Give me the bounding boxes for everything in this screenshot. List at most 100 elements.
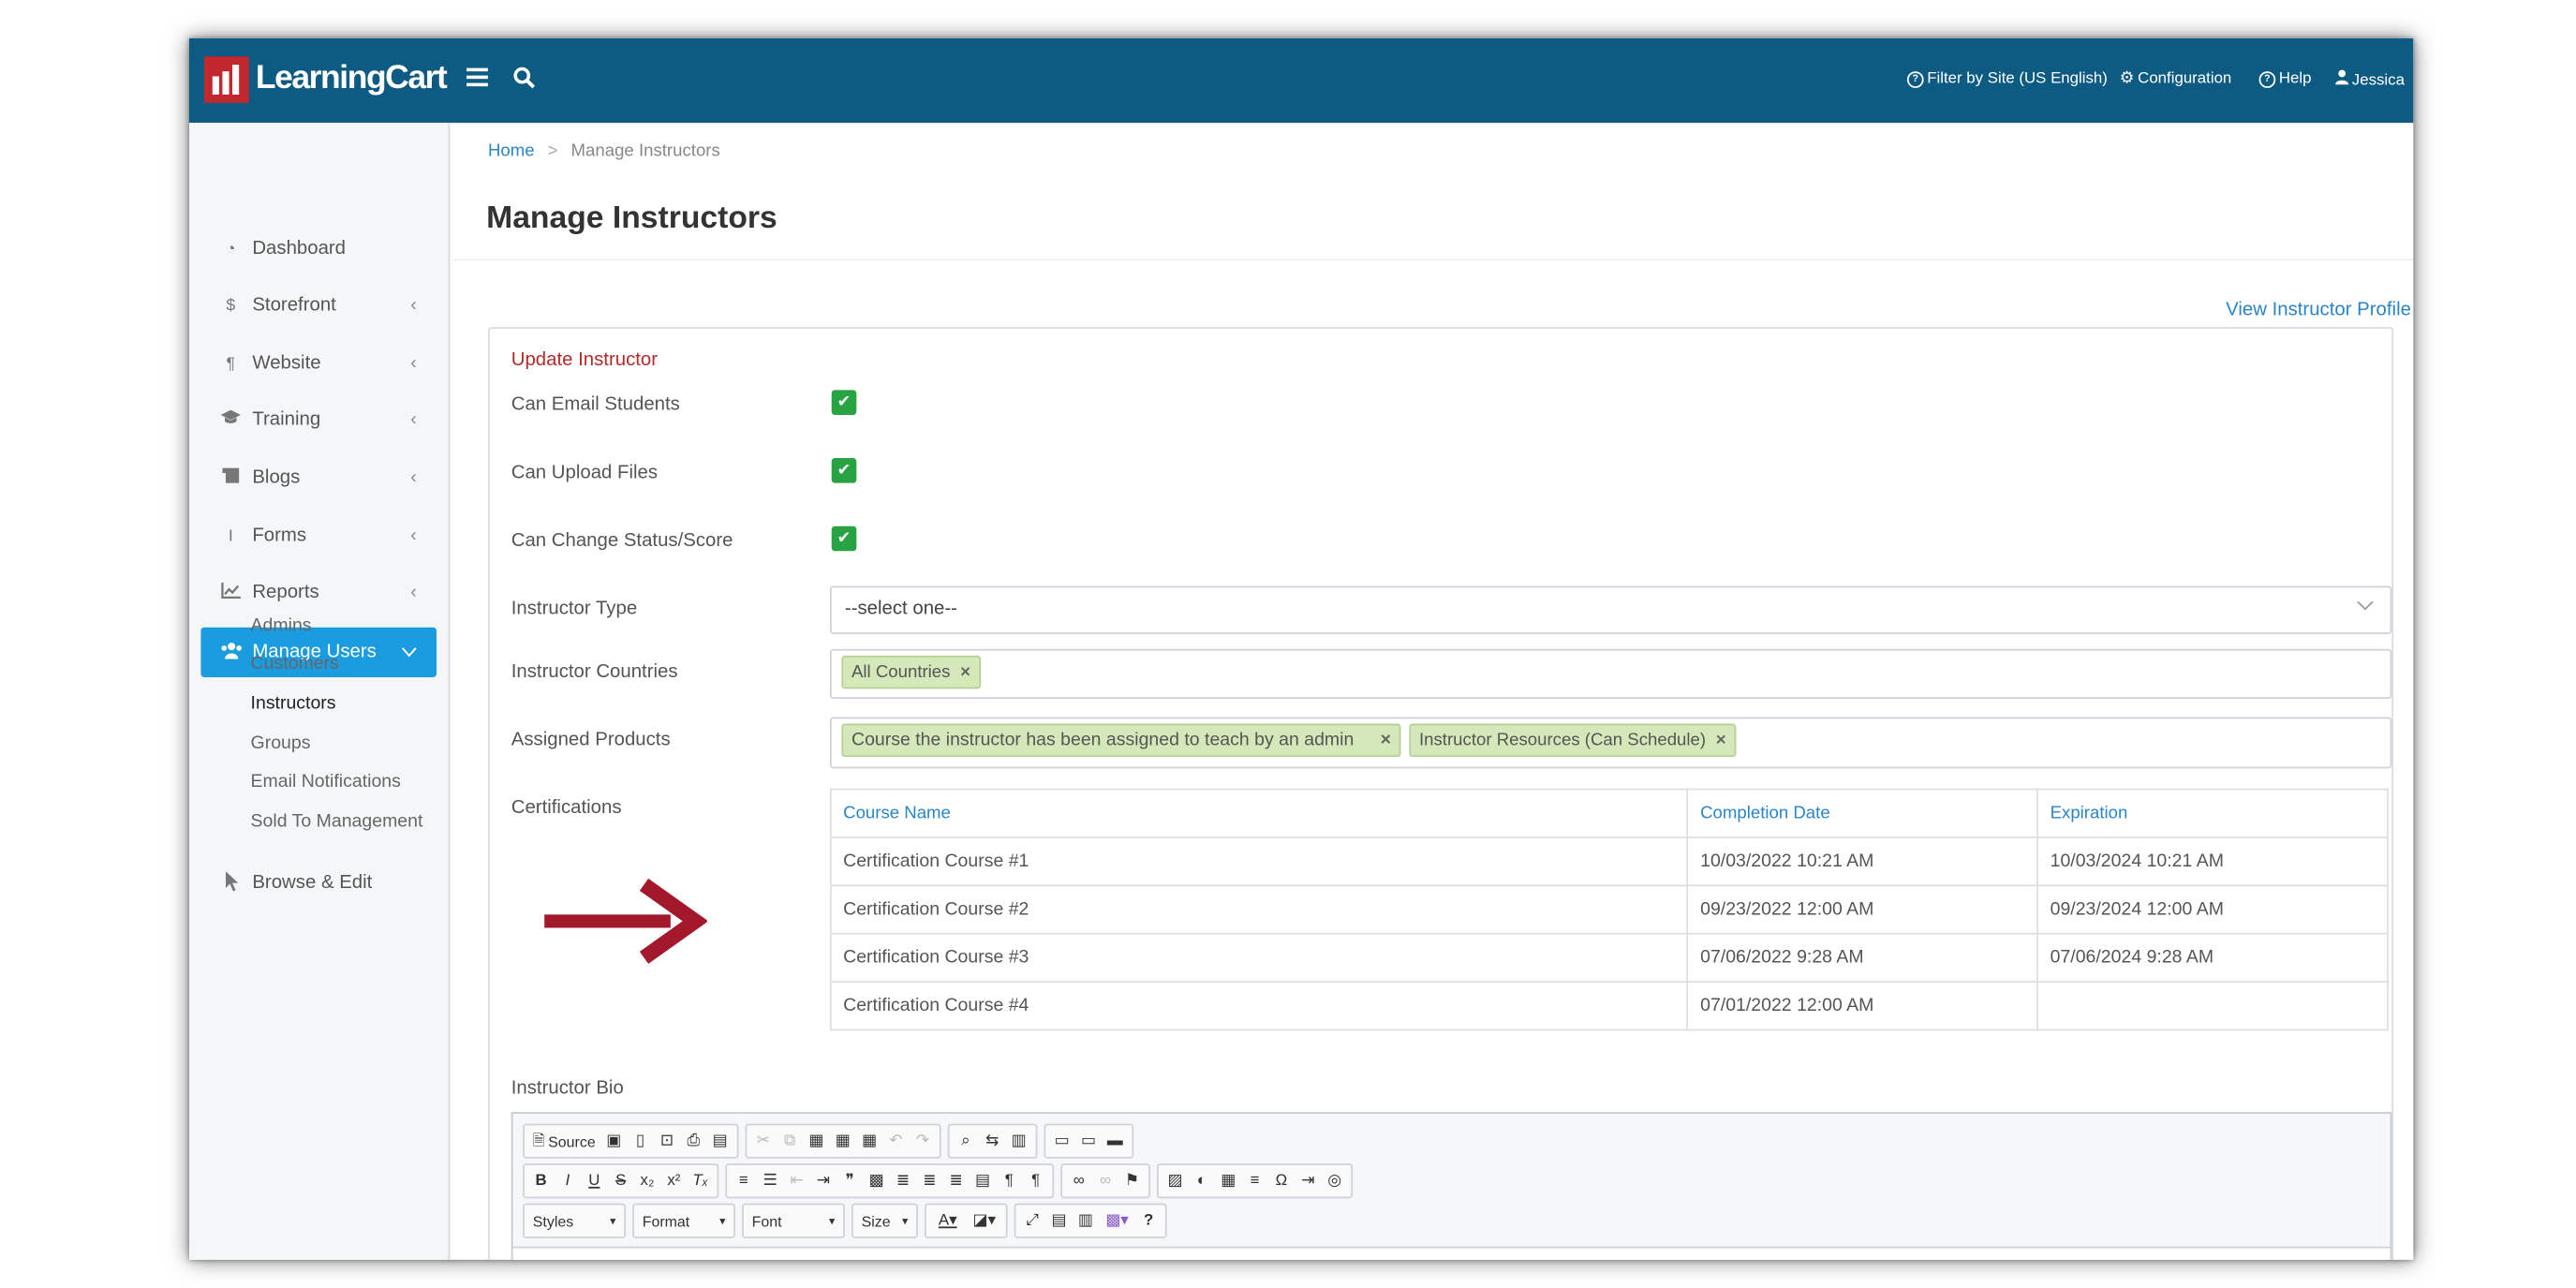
cell-course-name: Certification Course #3 (829, 932, 1689, 983)
help-question-icon[interactable]: ? (1140, 1211, 1157, 1229)
undo-icon[interactable]: ↶ (888, 1132, 905, 1149)
sidebar-subitem-customers[interactable]: Customers (251, 654, 339, 674)
templates-icon[interactable]: ▤ (712, 1132, 729, 1149)
justify-icon[interactable]: ▤ (974, 1172, 991, 1190)
blockquote-icon[interactable]: ❞ (841, 1172, 858, 1190)
help-link[interactable]: ? Help (2258, 69, 2311, 88)
image-icon[interactable]: ▨ (1167, 1172, 1184, 1190)
numbered-list-icon[interactable]: ≡ (735, 1172, 752, 1190)
select-all-icon[interactable]: ▥ (1011, 1132, 1028, 1149)
sidebar-item-website[interactable]: ¶ Website ‹ (200, 338, 437, 388)
sidebar-item-reports[interactable]: Reports ‹ (200, 568, 437, 617)
can-change-status-checkbox[interactable]: ✔ (831, 526, 857, 552)
sidebar-item-forms[interactable]: I Forms ‹ (200, 511, 437, 561)
strikethrough-icon[interactable]: S (613, 1172, 629, 1190)
remove-tag-icon[interactable]: × (1716, 731, 1726, 750)
sidebar-item-training[interactable]: Training ‹ (200, 395, 437, 445)
iframe-globe-icon[interactable]: ◎ (1326, 1172, 1343, 1190)
product-tag: Course the instructor has been assigned … (841, 723, 1401, 757)
remove-format-icon[interactable]: Tₓ (692, 1172, 709, 1190)
bulleted-list-icon[interactable]: ☰ (762, 1172, 778, 1190)
sidebar-item-dashboard[interactable]: ◔ Dashboard (200, 224, 437, 274)
bold-icon[interactable]: B (533, 1172, 550, 1190)
configuration-link[interactable]: ⚙ Configuration (2120, 69, 2232, 87)
size-dropdown[interactable]: Size ▾ (851, 1203, 918, 1238)
horizontal-line-icon[interactable]: ≡ (1247, 1172, 1264, 1190)
div-container-icon[interactable]: ▩ (868, 1172, 885, 1190)
sidebar-subitem-instructors[interactable]: Instructors (251, 694, 336, 714)
sidebar-subitem-email-notifications[interactable]: Email Notifications (251, 772, 401, 792)
text-color-icon[interactable]: A▾ (935, 1211, 961, 1229)
special-char-omega-icon[interactable]: Ω (1273, 1172, 1290, 1190)
insert-tools-group: ▨ ◐ ▦ ≡ Ω ⇥ ◎ (1157, 1163, 1354, 1199)
filter-by-site-link[interactable]: ? Filter by Site (US English) (1906, 69, 2108, 88)
form-icon[interactable]: ▭ (1054, 1132, 1071, 1149)
italic-icon[interactable]: I (559, 1172, 576, 1190)
styles-dropdown[interactable]: Styles ▾ (523, 1203, 627, 1238)
unlink-icon[interactable]: ∞ (1097, 1172, 1114, 1190)
preview-icon[interactable]: ⊡ (659, 1132, 675, 1149)
instructor-type-select[interactable]: --select one-- (829, 585, 2392, 634)
sidebar-item-browse-edit[interactable]: Browse & Edit (200, 858, 437, 908)
column-header-course-name[interactable]: Course Name (829, 788, 1689, 838)
show-blocks-icon[interactable]: ▤ (1051, 1211, 1068, 1229)
new-page-icon[interactable]: ▯ (632, 1132, 649, 1149)
save-icon[interactable]: ▣ (605, 1132, 622, 1149)
subscript-icon[interactable]: x₂ (639, 1172, 656, 1190)
column-header-completion-date[interactable]: Completion Date (1686, 788, 2039, 838)
sidebar-subitem-groups[interactable]: Groups (251, 733, 311, 753)
text-snippet-icon[interactable]: ▥ (1077, 1211, 1094, 1229)
sidebar-item-blogs[interactable]: Blogs ‹ (200, 453, 437, 503)
breadcrumb-home-link[interactable]: Home (488, 141, 535, 161)
remove-tag-icon[interactable]: × (1381, 731, 1391, 750)
paste-text-icon[interactable]: ▦ (835, 1132, 851, 1149)
column-header-expiration[interactable]: Expiration (2036, 788, 2389, 838)
indent-icon[interactable]: ⇥ (815, 1172, 832, 1190)
cut-icon[interactable]: ✂ (755, 1132, 772, 1149)
source-button[interactable]: 🗎 Source (533, 1128, 596, 1154)
button-field-icon[interactable]: ▬ (1106, 1132, 1123, 1149)
remove-tag-icon[interactable]: × (960, 662, 970, 682)
format-dropdown[interactable]: Format ▾ (632, 1203, 735, 1238)
flash-icon[interactable]: ◐ (1193, 1172, 1210, 1190)
sidebar-subitem-sold-to-management[interactable]: Sold To Management (251, 811, 423, 831)
align-right-icon[interactable]: ≣ (948, 1172, 965, 1190)
sidebar-subitem-admins[interactable]: Admins (251, 615, 312, 635)
background-color-icon[interactable]: ◪▾ (971, 1211, 998, 1229)
copy-icon[interactable]: ⧉ (781, 1132, 798, 1149)
superscript-icon[interactable]: x² (666, 1172, 683, 1190)
select-field-icon[interactable]: ▭ (1080, 1132, 1097, 1149)
can-upload-checkbox[interactable]: ✔ (831, 458, 857, 483)
search-icon[interactable] (513, 67, 537, 98)
user-menu[interactable]: Jessica (2335, 69, 2405, 89)
view-instructor-profile-link[interactable]: View Instructor Profile (2226, 301, 2411, 320)
outdent-icon[interactable]: ⇤ (789, 1172, 806, 1190)
align-center-icon[interactable]: ≣ (921, 1172, 938, 1190)
page-break-icon[interactable]: ⇥ (1299, 1172, 1316, 1190)
logo-mark[interactable] (203, 56, 249, 103)
sidebar-item-storefront[interactable]: $ Storefront ‹ (200, 280, 437, 330)
assigned-products-input[interactable]: Course the instructor has been assigned … (829, 717, 2392, 769)
rtl-icon[interactable]: ¶ (1028, 1172, 1044, 1190)
instructor-bio-label: Instructor Bio (511, 1078, 624, 1100)
color-grid-icon[interactable]: ▩▾ (1103, 1211, 1130, 1229)
table-icon[interactable]: ▦ (1220, 1172, 1236, 1190)
print-icon[interactable]: ⎙ (685, 1132, 702, 1149)
underline-icon[interactable]: U (585, 1172, 602, 1190)
brand-name[interactable]: LearningCart (256, 60, 448, 98)
hamburger-menu-icon[interactable] (466, 67, 488, 96)
find-icon[interactable]: ⌕ (957, 1132, 974, 1149)
bio-edit-area[interactable] (512, 1246, 2391, 1260)
can-email-checkbox[interactable]: ✔ (831, 390, 857, 415)
paste-icon[interactable]: ▦ (808, 1132, 825, 1149)
ltr-icon[interactable]: ¶ (1000, 1172, 1017, 1190)
link-icon[interactable]: ∞ (1071, 1172, 1088, 1190)
anchor-flag-icon[interactable]: ⚑ (1124, 1172, 1141, 1190)
redo-icon[interactable]: ↷ (914, 1132, 931, 1149)
instructor-countries-input[interactable]: All Countries × (829, 648, 2392, 699)
maximize-icon[interactable]: ⤢ (1024, 1211, 1041, 1229)
paste-word-icon[interactable]: ▦ (861, 1132, 878, 1149)
align-left-icon[interactable]: ≣ (895, 1172, 911, 1190)
replace-icon[interactable]: ⇆ (984, 1132, 1000, 1149)
font-dropdown[interactable]: Font ▾ (742, 1203, 845, 1238)
